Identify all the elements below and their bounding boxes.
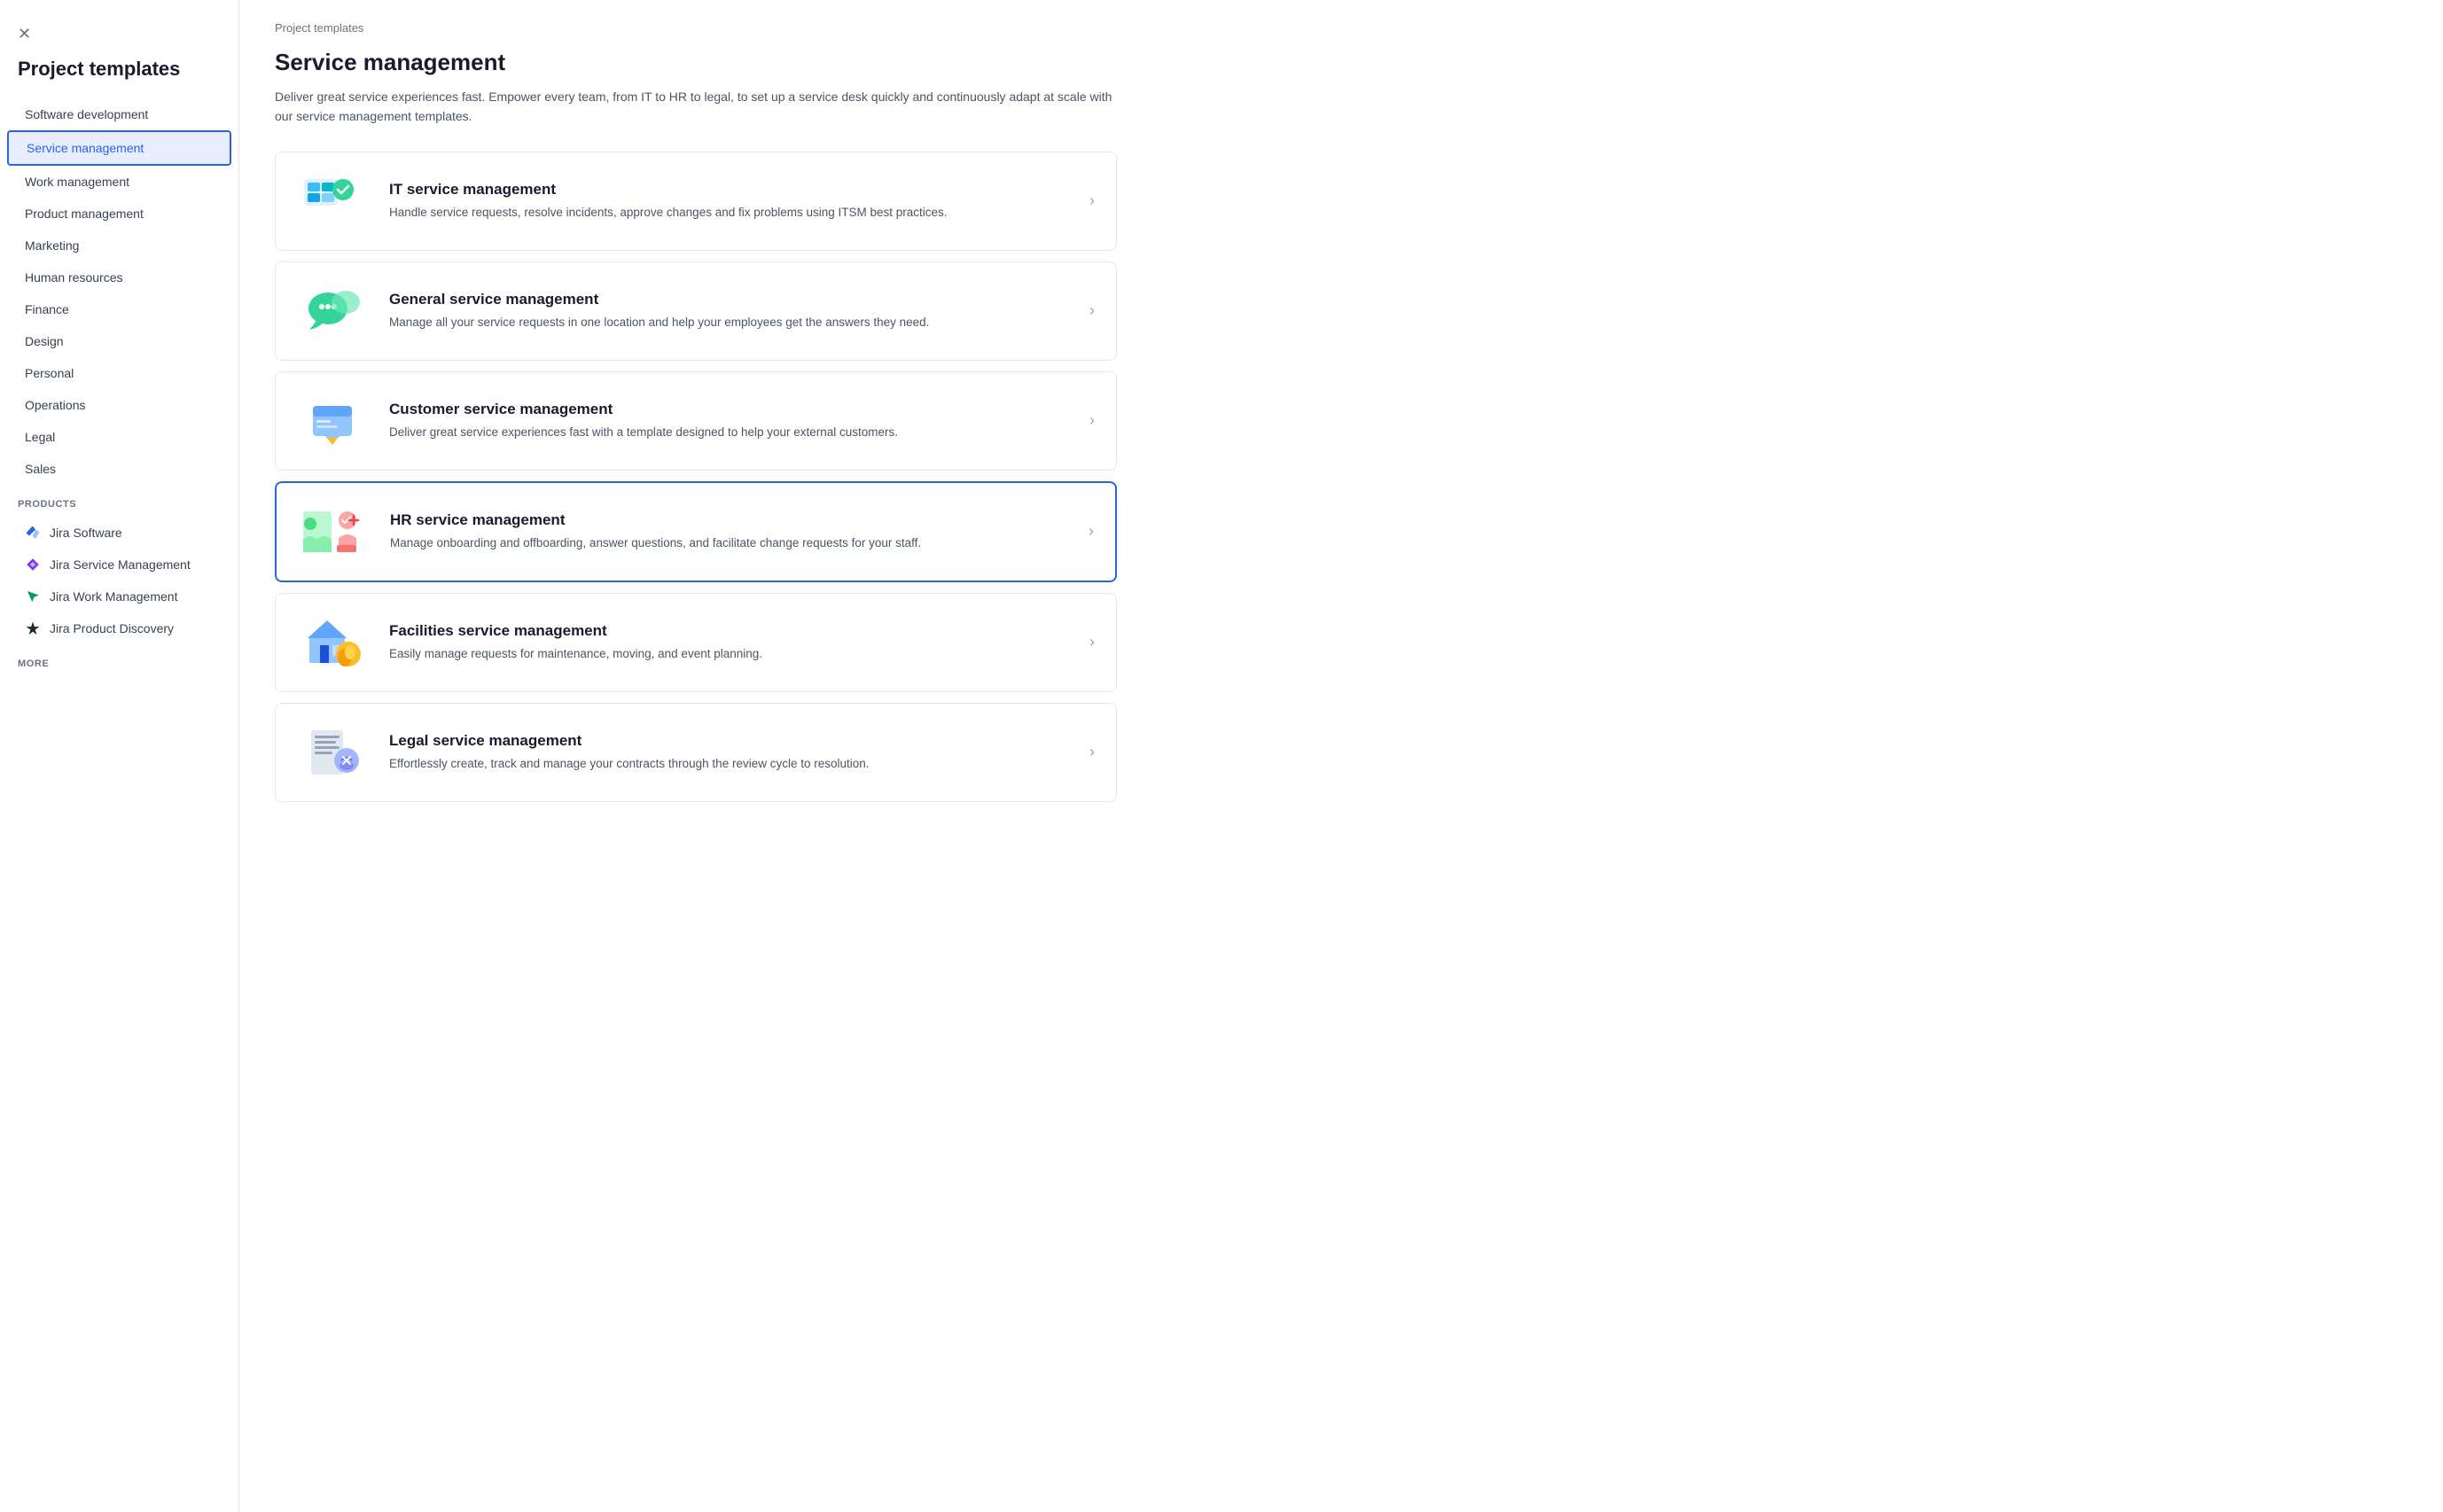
page-description: Deliver great service experiences fast. … xyxy=(275,87,1117,127)
page-title: Service management xyxy=(275,49,2408,76)
product-label: Jira Work Management xyxy=(50,589,177,604)
template-card-customer-service[interactable]: Customer service management Deliver grea… xyxy=(275,371,1117,471)
card-chevron-general-service: › xyxy=(1089,301,1095,320)
breadcrumb: Project templates xyxy=(275,21,2408,35)
card-title-general-service: General service management xyxy=(389,291,1075,308)
card-chevron-legal-service: › xyxy=(1089,743,1095,761)
card-content-hr-service: HR service management Manage onboarding … xyxy=(390,511,1074,552)
card-description-facilities-service: Easily manage requests for maintenance, … xyxy=(389,645,1075,663)
card-icon-hr-service xyxy=(298,501,369,563)
card-title-hr-service: HR service management xyxy=(390,511,1074,529)
card-content-general-service: General service management Manage all yo… xyxy=(389,291,1075,331)
sidebar: ✕ Project templates Software development… xyxy=(0,0,239,1512)
template-cards-container: IT service management Handle service req… xyxy=(275,152,2408,802)
close-button[interactable]: ✕ xyxy=(0,18,49,58)
product-label: Jira Service Management xyxy=(50,557,191,572)
sidebar-nav-item-2[interactable]: Work management xyxy=(7,166,231,198)
card-icon-general-service xyxy=(297,280,368,342)
card-icon-it-service xyxy=(297,170,368,232)
sidebar-nav-item-8[interactable]: Personal xyxy=(7,357,231,389)
more-section-label: MORE xyxy=(0,644,238,676)
card-title-facilities-service: Facilities service management xyxy=(389,622,1075,640)
products-section-label: PRODUCTS xyxy=(0,485,238,517)
sidebar-product-item-0[interactable]: Jira Software xyxy=(7,517,231,549)
card-content-it-service: IT service management Handle service req… xyxy=(389,181,1075,222)
card-icon-customer-service xyxy=(297,390,368,452)
card-description-general-service: Manage all your service requests in one … xyxy=(389,314,1075,331)
sidebar-nav-item-6[interactable]: Finance xyxy=(7,293,231,325)
card-description-it-service: Handle service requests, resolve inciden… xyxy=(389,204,1075,222)
card-description-legal-service: Effortlessly create, track and manage yo… xyxy=(389,755,1075,773)
card-content-customer-service: Customer service management Deliver grea… xyxy=(389,401,1075,441)
sidebar-nav-item-9[interactable]: Operations xyxy=(7,389,231,421)
card-chevron-customer-service: › xyxy=(1089,411,1095,430)
template-card-facilities-service[interactable]: Facilities service management Easily man… xyxy=(275,593,1117,692)
sidebar-nav: Software developmentService managementWo… xyxy=(0,98,238,485)
sidebar-nav-item-5[interactable]: Human resources xyxy=(7,261,231,293)
card-icon-facilities-service xyxy=(297,612,368,674)
template-card-legal-service[interactable]: Legal service management Effortlessly cr… xyxy=(275,703,1117,802)
card-chevron-facilities-service: › xyxy=(1089,633,1095,651)
card-title-it-service: IT service management xyxy=(389,181,1075,199)
card-content-facilities-service: Facilities service management Easily man… xyxy=(389,622,1075,663)
card-description-hr-service: Manage onboarding and offboarding, answe… xyxy=(390,534,1074,552)
template-card-it-service[interactable]: IT service management Handle service req… xyxy=(275,152,1117,251)
sidebar-title: Project templates xyxy=(0,58,238,98)
product-label: Jira Product Discovery xyxy=(50,621,174,635)
sidebar-products: Jira Software Jira Service Management Ji… xyxy=(0,517,238,644)
card-chevron-hr-service: › xyxy=(1089,522,1094,541)
sidebar-nav-item-3[interactable]: Product management xyxy=(7,198,231,230)
sidebar-nav-item-7[interactable]: Design xyxy=(7,325,231,357)
template-card-general-service[interactable]: General service management Manage all yo… xyxy=(275,261,1117,361)
product-label: Jira Software xyxy=(50,526,122,540)
sidebar-nav-item-11[interactable]: Sales xyxy=(7,453,231,485)
sidebar-nav-item-4[interactable]: Marketing xyxy=(7,230,231,261)
sidebar-nav-item-1[interactable]: Service management xyxy=(7,130,231,166)
card-title-customer-service: Customer service management xyxy=(389,401,1075,418)
main-content: Project templates Service management Del… xyxy=(239,0,2443,1512)
sidebar-product-item-2[interactable]: Jira Work Management xyxy=(7,581,231,612)
template-card-hr-service[interactable]: HR service management Manage onboarding … xyxy=(275,481,1117,582)
card-chevron-it-service: › xyxy=(1089,191,1095,210)
sidebar-nav-item-10[interactable]: Legal xyxy=(7,421,231,453)
sidebar-nav-item-0[interactable]: Software development xyxy=(7,98,231,130)
card-content-legal-service: Legal service management Effortlessly cr… xyxy=(389,732,1075,773)
card-title-legal-service: Legal service management xyxy=(389,732,1075,750)
card-description-customer-service: Deliver great service experiences fast w… xyxy=(389,424,1075,441)
sidebar-product-item-1[interactable]: Jira Service Management xyxy=(7,549,231,581)
sidebar-product-item-3[interactable]: Jira Product Discovery xyxy=(7,612,231,644)
card-icon-legal-service xyxy=(297,721,368,783)
